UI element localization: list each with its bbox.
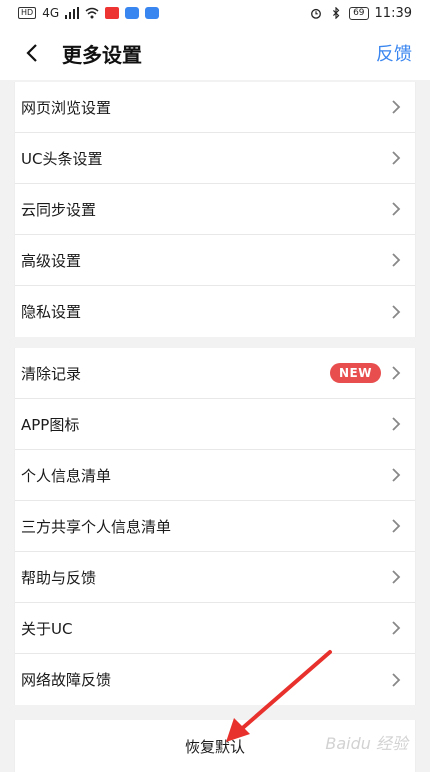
search-app-icon xyxy=(125,7,140,19)
chevron-right-icon xyxy=(392,417,401,431)
settings-item-label: 高级设置 xyxy=(21,251,82,270)
page-title: 更多设置 xyxy=(62,42,142,67)
settings-item-label: 三方共享个人信息清单 xyxy=(21,517,172,536)
alarm-icon xyxy=(311,8,322,19)
chevron-right-icon xyxy=(392,468,401,482)
settings-item-label: 网页浏览设置 xyxy=(21,98,112,117)
status-bar: HD 4G 69 11:39 xyxy=(0,0,430,26)
header: 更多设置 反馈 xyxy=(0,26,430,80)
wifi-icon xyxy=(85,7,99,19)
chevron-right-icon xyxy=(392,151,401,165)
settings-item-label: 隐私设置 xyxy=(21,303,82,321)
signal-icon xyxy=(65,7,80,19)
chevron-right-icon xyxy=(392,570,401,584)
settings-item-third-party-sharing[interactable]: 三方共享个人信息清单 xyxy=(15,501,415,552)
settings-item-privacy[interactable]: 隐私设置 xyxy=(15,286,415,337)
status-time: 11:39 xyxy=(374,5,412,21)
settings-item-network-feedback[interactable]: 网络故障反馈 xyxy=(15,654,415,705)
chevron-left-icon xyxy=(26,44,37,62)
settings-item-cloud-sync[interactable]: 云同步设置 xyxy=(15,184,415,235)
signal-label: 4G xyxy=(42,6,60,20)
back-button[interactable] xyxy=(20,41,44,65)
settings-item-personal-info-list[interactable]: 个人信息清单 xyxy=(15,450,415,501)
settings-item-about-uc[interactable]: 关于UC xyxy=(15,603,415,654)
chevron-right-icon xyxy=(392,253,401,267)
chevron-right-icon xyxy=(392,202,401,216)
status-right: 69 11:39 xyxy=(309,6,412,21)
settings-item-label: 关于UC xyxy=(21,619,73,638)
settings-item-app-icon[interactable]: APP图标 xyxy=(15,399,415,450)
settings-item-label: APP图标 xyxy=(21,415,80,434)
hd-icon: HD xyxy=(18,7,37,19)
battery-indicator: 69 xyxy=(349,6,369,20)
bluetooth-icon xyxy=(333,7,340,19)
settings-group-2: 清除记录 NEW APP图标 个人信息清单 三方共享个人信息清单 帮助与反馈 关… xyxy=(14,348,416,705)
settings-item-advanced[interactable]: 高级设置 xyxy=(15,235,415,286)
settings-content: 网页浏览设置 UC头条设置 云同步设置 高级设置 隐私设置 清除记录 NEW A… xyxy=(0,80,430,772)
chevron-right-icon xyxy=(392,672,401,687)
settings-item-label: 清除记录 xyxy=(21,364,82,383)
feedback-button[interactable]: 反馈 xyxy=(376,40,412,66)
chevron-right-icon xyxy=(392,100,401,114)
settings-item-help-feedback[interactable]: 帮助与反馈 xyxy=(15,552,415,603)
settings-item-label: 网络故障反馈 xyxy=(21,671,112,689)
settings-item-label: 云同步设置 xyxy=(21,200,97,219)
status-left: HD 4G xyxy=(18,6,160,20)
watermark: Baidu 经验 xyxy=(325,734,408,753)
chevron-right-icon xyxy=(392,519,401,533)
app-notification-icon xyxy=(105,7,120,19)
settings-item-label: 帮助与反馈 xyxy=(21,568,97,587)
shield-app-icon xyxy=(145,7,160,19)
settings-item-label: 个人信息清单 xyxy=(21,466,112,485)
settings-item-clear-history[interactable]: 清除记录 NEW xyxy=(15,348,415,399)
settings-item-label: UC头条设置 xyxy=(21,149,103,168)
settings-group-1: 网页浏览设置 UC头条设置 云同步设置 高级设置 隐私设置 xyxy=(14,82,416,337)
chevron-right-icon xyxy=(392,621,401,635)
restore-default-button[interactable]: 恢复默认 xyxy=(185,736,245,757)
settings-item-web-browsing[interactable]: 网页浏览设置 xyxy=(15,82,415,133)
settings-item-uc-headlines[interactable]: UC头条设置 xyxy=(15,133,415,184)
chevron-right-icon xyxy=(392,366,401,380)
chevron-right-icon xyxy=(392,304,401,319)
new-badge: NEW xyxy=(330,363,381,383)
